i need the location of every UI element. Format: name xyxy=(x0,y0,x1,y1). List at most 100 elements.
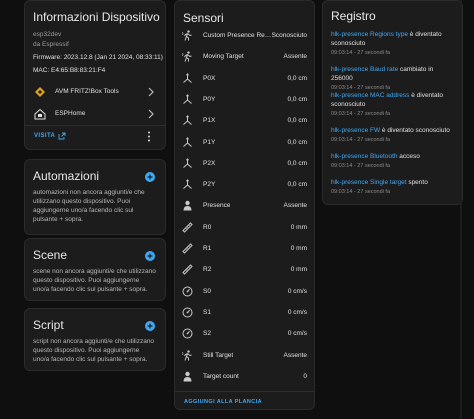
sensor-name: P1Y xyxy=(203,138,216,146)
speed-icon xyxy=(182,328,193,339)
sensor-name: P2Y xyxy=(203,181,216,189)
sensor-name: S1 xyxy=(203,308,211,316)
chevron-right-icon xyxy=(147,109,155,119)
device-info-title: Informazioni Dispositivo xyxy=(33,10,160,24)
add-script-button[interactable] xyxy=(145,321,155,331)
log-entry-text: hlk-presence MAC address è diventato sco… xyxy=(331,91,456,109)
page-scrollbar[interactable] xyxy=(460,0,462,419)
sensor-value: 0 mm xyxy=(290,223,307,231)
external-link-icon xyxy=(58,132,66,140)
sensor-row[interactable]: Still Target Assente xyxy=(175,345,314,366)
sensor-row[interactable]: Presence Assente xyxy=(175,195,314,216)
add-scene-button[interactable] xyxy=(145,251,155,261)
divider xyxy=(175,391,314,392)
scenes-title: Scene xyxy=(33,248,68,262)
plus-icon xyxy=(145,321,155,331)
motion-icon xyxy=(182,51,193,62)
log-entry-text: hlk-presence Single target spento xyxy=(331,178,456,187)
chevron-right-icon xyxy=(147,87,155,97)
automations-card: Automazioni automazioni non ancora aggiu… xyxy=(24,159,166,235)
link-esphome-label: ESPHome xyxy=(55,110,86,117)
log-entry-text: hlk-presence Bluetooth acceso xyxy=(331,152,456,161)
esphome-icon xyxy=(34,108,46,120)
sensor-name: P2X xyxy=(203,159,216,167)
sensor-row[interactable]: S1 0 cm/s xyxy=(175,302,314,323)
axis-icon xyxy=(182,94,193,105)
log-entity-link[interactable]: hlk-presence Bluetooth xyxy=(331,153,398,160)
person-icon xyxy=(182,200,193,211)
more-vertical-icon[interactable] xyxy=(147,131,151,142)
device-manufacturer: da Espressif xyxy=(33,41,69,48)
log-entry-text: hlk-presence Baud rate cambiato in 25600… xyxy=(331,65,456,83)
log-timestamp: 09:03:14 - 27 secondi fa xyxy=(331,189,391,195)
log-entity-link[interactable]: hlk-presence FW xyxy=(331,127,380,134)
log-timestamp: 09:03:14 - 27 secondi fa xyxy=(331,137,391,143)
device-info-card: Informazioni Dispositivo esp32dev da Esp… xyxy=(24,0,166,150)
sensor-value: 0,0 cm xyxy=(287,74,307,82)
sensor-row[interactable]: S2 0 cm/s xyxy=(175,323,314,344)
plus-icon xyxy=(145,172,155,182)
visit-button[interactable]: VISITA xyxy=(34,133,55,139)
sensor-value: 0,0 cm xyxy=(287,117,307,125)
motion-icon xyxy=(182,349,193,361)
add-to-dashboard-button[interactable]: AGGIUNGI ALLA PLANCIA xyxy=(184,399,262,405)
sensor-name: S0 xyxy=(203,287,211,295)
ruler-icon xyxy=(182,221,193,233)
person-icon xyxy=(182,371,193,382)
axis-icon xyxy=(182,157,193,169)
scripts-card: Script script non ancora aggiunti/e che … xyxy=(24,308,166,371)
sensor-row[interactable]: Moving Target Assente xyxy=(175,46,314,67)
log-entry: hlk-presence Single target spento 09:03:1… xyxy=(331,178,456,196)
log-message: è diventato sconosciuto xyxy=(380,127,450,134)
sensor-row[interactable]: S0 0 cm/s xyxy=(175,281,314,302)
add-automation-button[interactable] xyxy=(145,172,155,182)
scripts-empty-text: script non ancora aggiunti/e che utilizz… xyxy=(33,338,155,363)
sensor-name: R2 xyxy=(203,266,212,274)
log-entity-link[interactable]: hlk-presence Single target xyxy=(331,179,407,186)
sensor-row[interactable]: Target count 0 xyxy=(175,366,314,387)
sensors-title: Sensori xyxy=(183,11,224,25)
mac-address: MAC: E4:65:B8:83:21:F4 xyxy=(33,67,106,74)
sensor-value: 0 cm/s xyxy=(287,287,307,295)
automations-title: Automazioni xyxy=(33,169,100,183)
log-entry: hlk-presence Bluetooth acceso 09:03:14 - … xyxy=(331,152,456,170)
link-esphome[interactable]: ESPHome xyxy=(25,103,165,125)
sensor-name: P0Y xyxy=(203,95,216,103)
ruler-icon xyxy=(182,264,193,276)
scenes-card: Scene scene non ancora aggiunti/e che ut… xyxy=(24,238,166,301)
sensor-row[interactable]: P0X 0,0 cm xyxy=(175,68,314,89)
log-entry: hlk-presence MAC address è diventato sco… xyxy=(331,91,456,118)
sensor-row[interactable]: P2Y 0,0 cm xyxy=(175,174,314,195)
sensor-row[interactable]: P1X 0,0 cm xyxy=(175,110,314,131)
sensor-row[interactable]: R2 0 mm xyxy=(175,259,314,280)
sensor-row[interactable]: Custom Presence Regio… Sconosciuto xyxy=(175,25,314,46)
speed-icon xyxy=(182,307,193,318)
sensor-value: Assente xyxy=(283,53,308,61)
link-fritzbox-label: AVM FRITZ!Box Tools xyxy=(55,88,119,95)
sensor-row[interactable]: P2X 0,0 cm xyxy=(175,153,314,174)
sensor-name: P1X xyxy=(203,117,216,125)
divider xyxy=(25,125,165,126)
link-fritzbox-tools[interactable]: AVM FRITZ!Box Tools xyxy=(25,81,165,103)
logbook-title: Registro xyxy=(331,9,376,23)
sensor-value: Sconosciuto xyxy=(271,32,307,39)
sensor-value: 0 mm xyxy=(290,266,307,274)
axis-icon xyxy=(182,179,193,190)
log-entity-link[interactable]: hlk-presence MAC address xyxy=(331,92,409,99)
device-model: esp32dev xyxy=(33,31,62,38)
sensor-row[interactable]: R0 0 mm xyxy=(175,217,314,238)
sensor-name: R0 xyxy=(203,223,212,231)
log-entity-link[interactable]: hlk-presence Baud rate xyxy=(331,66,398,73)
sensor-row[interactable]: P1Y 0,0 cm xyxy=(175,132,314,153)
sensor-row[interactable]: R1 0 mm xyxy=(175,238,314,259)
log-entity-link[interactable]: hlk-presence Regions type xyxy=(331,31,408,38)
sensor-value: 0,0 cm xyxy=(287,159,307,167)
log-timestamp: 09:03:14 - 27 secondi fa xyxy=(331,111,391,117)
sensor-name: Target count xyxy=(203,372,239,380)
axis-icon xyxy=(182,136,193,148)
sensor-value: 0 cm/s xyxy=(287,308,307,316)
sensor-row[interactable]: P0Y 0,0 cm xyxy=(175,89,314,110)
sensor-name: Still Target xyxy=(203,351,234,359)
sensor-value: 0,0 cm xyxy=(287,95,307,103)
logbook-card: Registro hlk-presence Regions type è div… xyxy=(322,0,463,205)
